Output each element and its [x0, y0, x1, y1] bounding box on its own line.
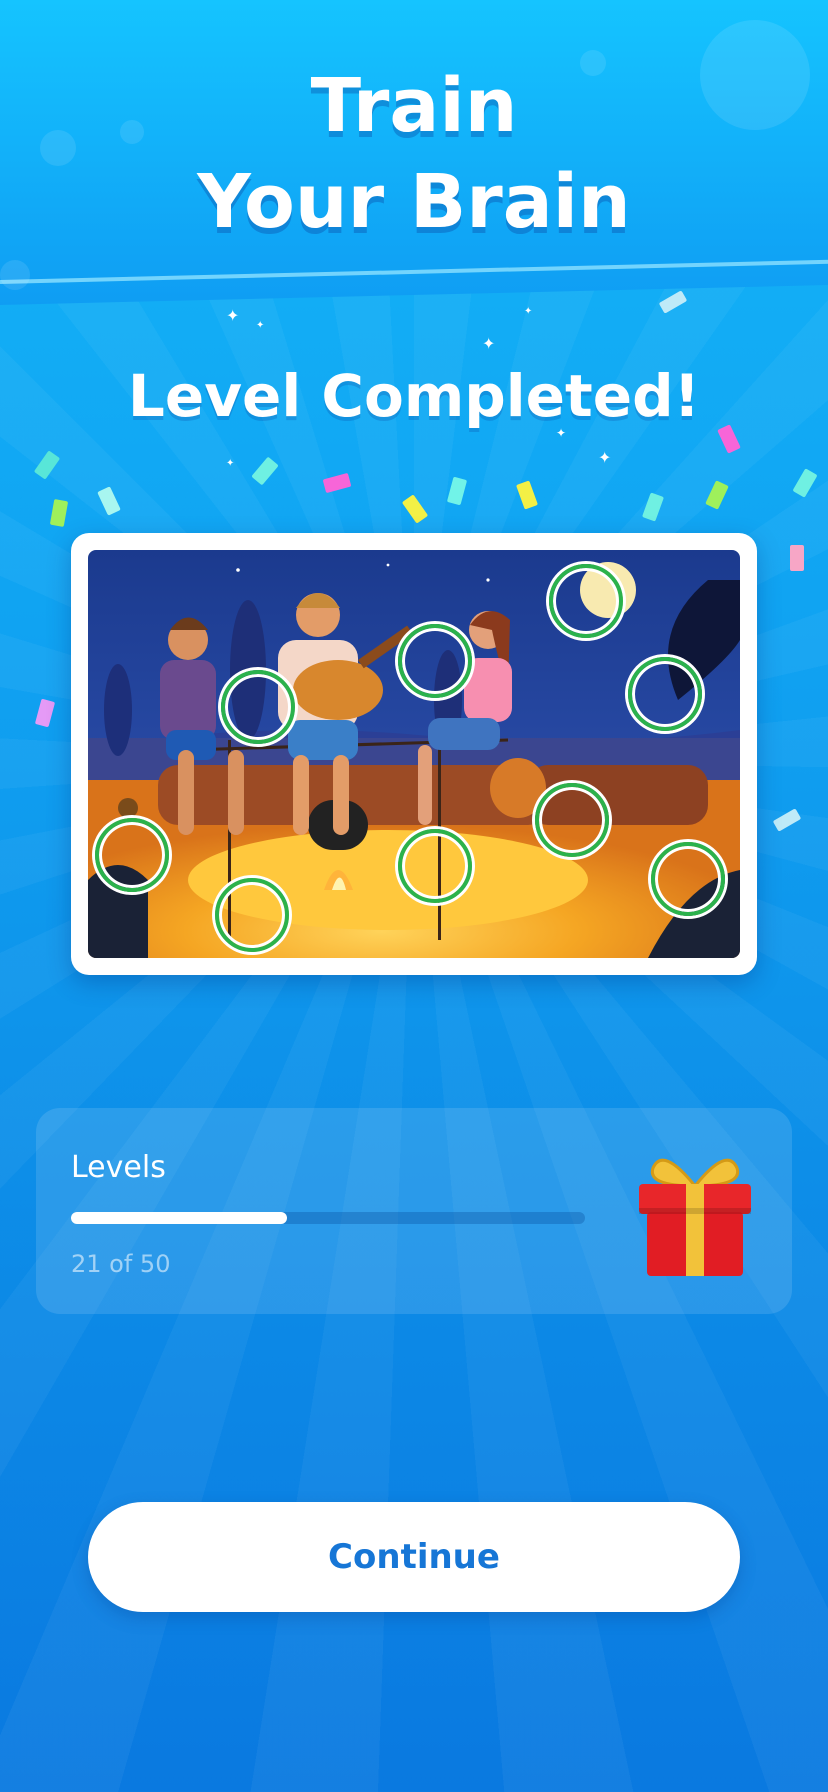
- app-title: Train Your Brain: [0, 58, 828, 250]
- levels-progress-fill: [71, 1212, 287, 1224]
- found-marker: [215, 878, 289, 952]
- sparkle-icon: ✦: [524, 306, 533, 317]
- levels-label: Levels: [71, 1150, 166, 1185]
- app-title-line1: Train: [310, 63, 518, 149]
- found-marker: [549, 564, 623, 638]
- sparkle-icon: ✦: [598, 448, 612, 467]
- found-marker: [221, 670, 295, 744]
- found-marker: [95, 818, 169, 892]
- gift-icon[interactable]: [633, 1146, 757, 1280]
- app-title-line2: Your Brain: [197, 159, 631, 245]
- found-marker: [398, 624, 472, 698]
- sparkle-icon: ✦: [256, 320, 265, 331]
- sparkle-icon: ✦: [556, 426, 567, 440]
- sparkle-icon: ✦: [226, 458, 235, 469]
- found-marker: [535, 783, 609, 857]
- levels-progress-bar: [71, 1212, 585, 1224]
- level-completed-title: Level Completed!: [127, 362, 701, 430]
- levels-progress-card: Levels 21 of 50: [36, 1108, 792, 1314]
- found-marker: [628, 657, 702, 731]
- confetti-piece: [790, 545, 804, 571]
- sparkle-icon: ✦: [482, 334, 496, 353]
- continue-button[interactable]: Continue: [88, 1502, 740, 1612]
- puzzle-image-frame: [71, 533, 757, 975]
- sparkle-icon: ✦: [226, 306, 240, 325]
- bokeh-decoration: [0, 260, 30, 290]
- found-marker: [651, 842, 725, 916]
- found-marker: [398, 829, 472, 903]
- levels-count: 21 of 50: [71, 1250, 171, 1278]
